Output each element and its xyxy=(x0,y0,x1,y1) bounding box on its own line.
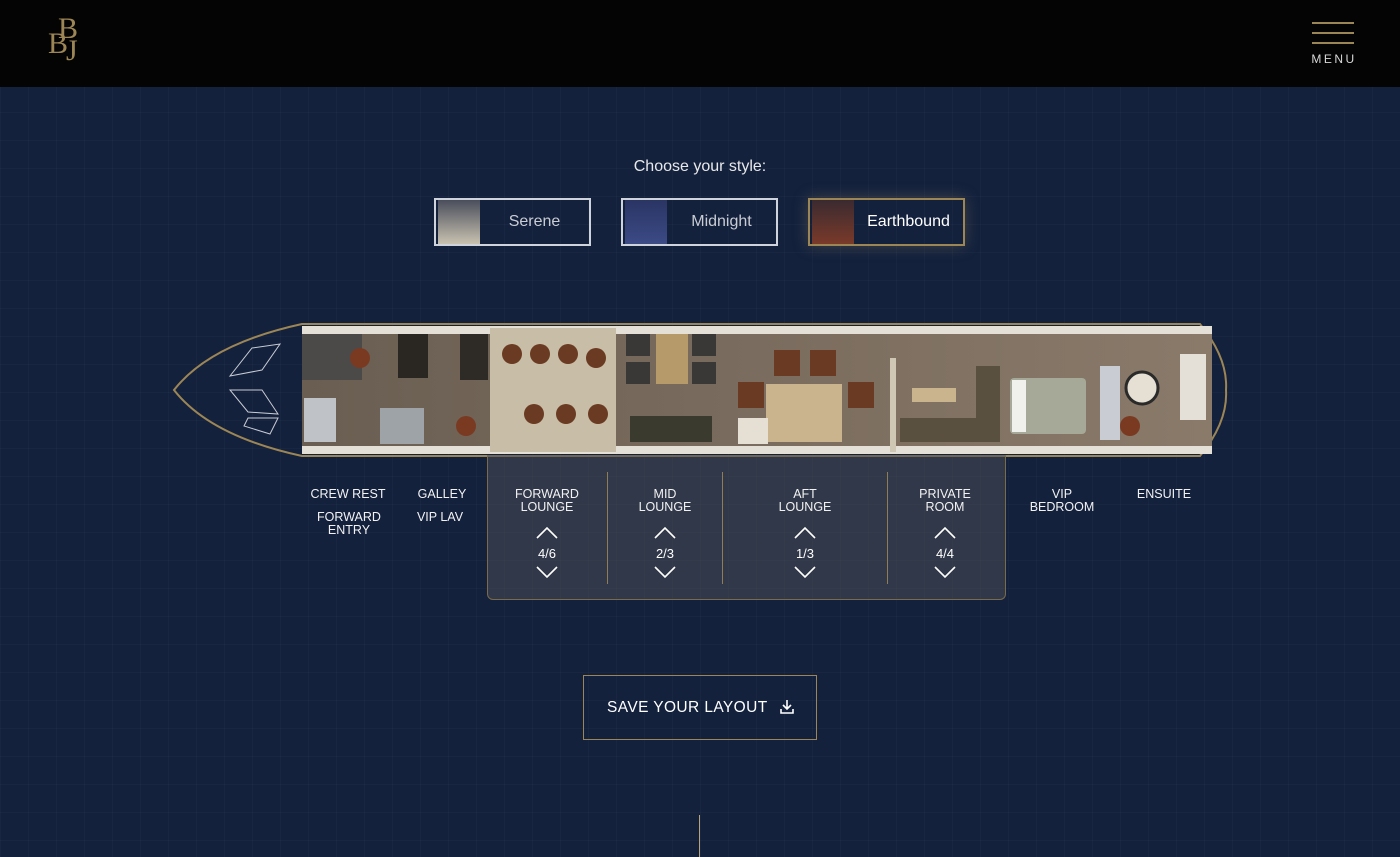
forward-lounge-up-icon[interactable] xyxy=(535,526,559,540)
mid-lounge-counter: 2/3 xyxy=(655,546,675,561)
logo-letter-j: J xyxy=(66,34,78,67)
zone-mid-lounge: MID LOUNGE xyxy=(638,487,692,514)
zone-vip-lav[interactable]: VIP LAV xyxy=(412,511,468,524)
mid-lounge-sofa xyxy=(630,416,712,442)
mid-lounge-table xyxy=(656,334,688,384)
midnight-swatch xyxy=(625,200,667,244)
private-room-down-icon[interactable] xyxy=(933,565,957,579)
crew-seat xyxy=(350,348,370,368)
save-layout-label: SAVE YOUR LAYOUT xyxy=(607,698,768,716)
hamburger-line xyxy=(1312,32,1354,34)
panel-divider xyxy=(722,472,723,584)
lav-unit xyxy=(304,398,336,442)
zone-private-room: PRIVATE ROOM xyxy=(919,487,971,514)
download-icon xyxy=(780,700,794,714)
zone-ensuite[interactable]: ENSUITE xyxy=(1133,488,1195,501)
forward-lounge-counter: 4/6 xyxy=(537,546,557,561)
aft-lounge-sofa xyxy=(766,384,842,442)
panel-divider xyxy=(887,472,888,584)
hamburger-line xyxy=(1312,42,1354,44)
galley-unit xyxy=(380,408,424,444)
zone-galley[interactable]: GALLEY xyxy=(412,488,472,501)
aft-lounge-counter: 1/3 xyxy=(795,546,815,561)
panel-divider xyxy=(607,472,608,584)
style-option-serene[interactable]: Serene xyxy=(434,198,591,246)
upper-wall xyxy=(302,326,1212,334)
ensuite-cabinet xyxy=(1100,366,1120,440)
vip-bed-pillows xyxy=(1012,380,1026,432)
logo-letter-b2: B xyxy=(48,27,69,60)
galley-block xyxy=(460,334,488,380)
vip-lav-seat xyxy=(456,416,476,436)
style-option-earthbound[interactable]: Earthbound xyxy=(808,198,965,246)
private-room-credenza xyxy=(976,366,1000,442)
site-header: B B J MENU xyxy=(0,0,1400,87)
private-room-desk xyxy=(912,388,956,402)
style-label: Serene xyxy=(508,213,561,230)
style-label: Earthbound xyxy=(867,213,950,230)
aft-lounge-down-icon[interactable] xyxy=(793,565,817,579)
style-prompt: Choose your style: xyxy=(633,158,767,175)
ensuite-seat xyxy=(1120,416,1140,436)
aft-lounge-up-icon[interactable] xyxy=(793,526,817,540)
ensuite-vanity xyxy=(1180,354,1206,420)
zone-crew-rest[interactable]: CREW REST xyxy=(310,488,386,501)
aft-lounge-marble xyxy=(738,418,768,444)
galley-counter xyxy=(398,334,428,378)
private-room-wall xyxy=(890,358,896,452)
mid-lounge-up-icon[interactable] xyxy=(653,526,677,540)
zone-forward-lounge: FORWARD LOUNGE xyxy=(515,487,579,514)
forward-lounge-down-icon[interactable] xyxy=(535,565,559,579)
save-layout-button[interactable]: SAVE YOUR LAYOUT xyxy=(583,675,817,740)
cockpit-windows xyxy=(228,343,282,435)
menu-button[interactable]: MENU xyxy=(1308,20,1360,66)
bbj-logo[interactable]: B B J xyxy=(44,14,92,72)
cabin-floorplan xyxy=(172,323,1228,457)
mid-lounge-down-icon[interactable] xyxy=(653,565,677,579)
lower-wall xyxy=(302,446,1212,454)
menu-label: MENU xyxy=(1311,52,1357,66)
zone-aft-lounge: AFT LOUNGE xyxy=(778,487,832,514)
serene-swatch xyxy=(438,200,480,244)
ensuite-shower xyxy=(1124,370,1160,406)
earthbound-swatch xyxy=(812,200,854,244)
style-label: Midnight xyxy=(691,213,752,230)
scroll-indicator-line xyxy=(699,815,700,857)
zone-forward-entry[interactable]: FORWARD ENTRY xyxy=(314,511,384,537)
zone-vip-bedroom[interactable]: VIP BEDROOM xyxy=(1026,488,1098,514)
private-room-up-icon[interactable] xyxy=(933,526,957,540)
style-option-midnight[interactable]: Midnight xyxy=(621,198,778,246)
lounge-config-panel xyxy=(487,455,1006,600)
hamburger-icon xyxy=(1312,22,1354,24)
private-room-counter: 4/4 xyxy=(935,546,955,561)
